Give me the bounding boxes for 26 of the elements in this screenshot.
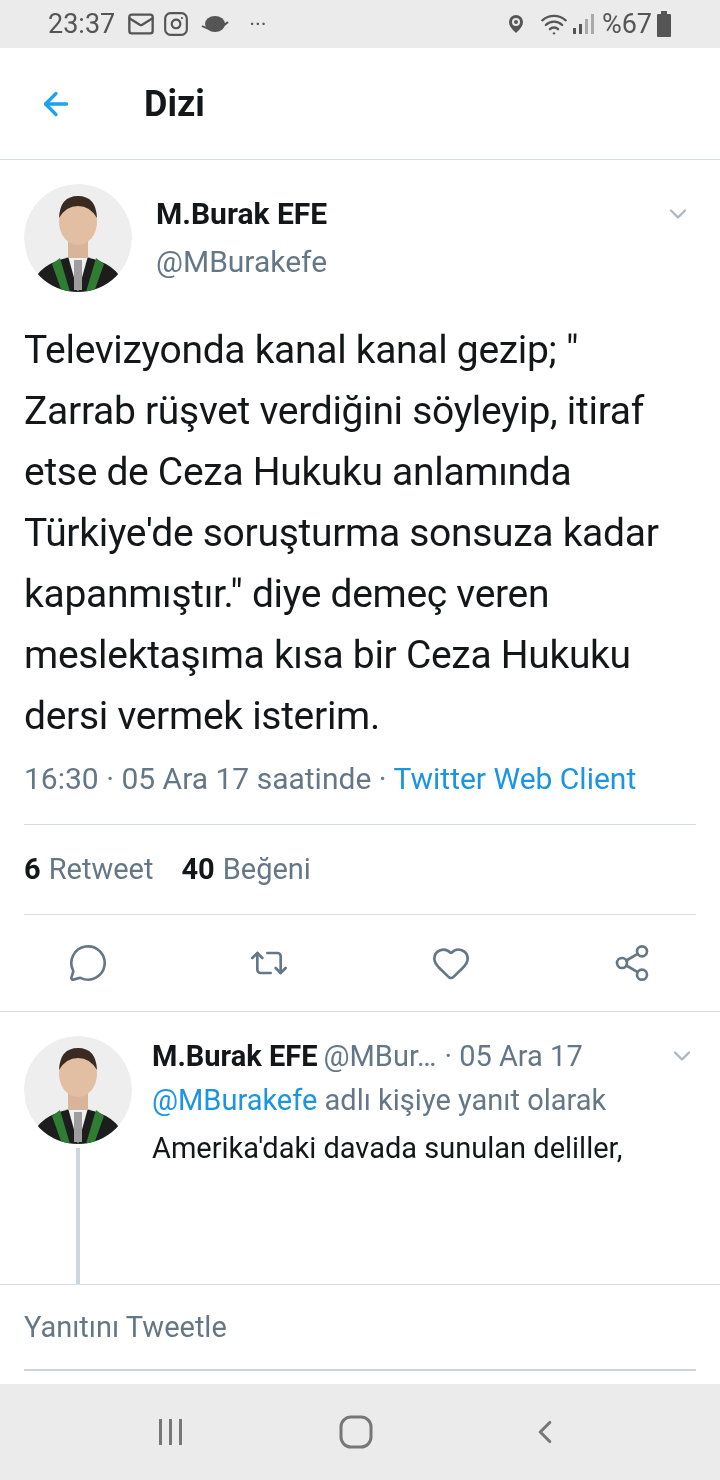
status-time: 23:37 — [48, 6, 116, 42]
instagram-icon — [163, 11, 190, 37]
reply-context: adlı kişiye yanıt olarak — [323, 1083, 607, 1117]
signal-icon — [571, 13, 594, 35]
stat-count: 6 — [24, 850, 41, 888]
home-icon[interactable] — [339, 1415, 373, 1449]
tweet-timestamp: 16:30 · 05 Ara 17 saatinde · — [24, 761, 388, 796]
battery-percent: %67 — [601, 6, 652, 42]
reply-author-handle: @MBur… — [323, 1038, 437, 1075]
tweet-text: Televizyonda kanal kanal gezip; " Zarrab rüşvet verdiğini söyleyip, itiraf etse de Ceza Hukuku anlamında Türkiye'de soruşturma sonsuza kadar kapanmıştır." diye demeç veren meslektaşıma kısa bir Ceza Hukuku dersi vermek isterim. — [24, 326, 660, 741]
reply-icon[interactable] — [68, 943, 108, 983]
stat-label: Beğeni — [222, 850, 311, 888]
stat-count: 40 — [181, 850, 215, 888]
author-handle: @MBurakefe — [156, 243, 329, 281]
planet-icon — [201, 14, 230, 34]
mention-link[interactable]: @MBurakefe — [152, 1083, 318, 1117]
reply-author-name: M.Burak EFE — [152, 1038, 318, 1075]
author-name: M.Burak EFE — [156, 195, 329, 233]
source-link[interactable]: Twitter Web Client — [393, 761, 637, 796]
battery-icon — [656, 11, 672, 37]
more-notifications: ··· — [249, 10, 267, 39]
page-title: Dizi — [144, 81, 205, 127]
reply-text: Amerika'daki davada sunulan deliller, — [152, 1130, 624, 1167]
stat-label: Retweet — [48, 850, 154, 888]
reply-input[interactable]: Yanıtını Tweetle — [24, 1285, 696, 1371]
reply-date: · 05 Ara 17 — [444, 1038, 583, 1075]
